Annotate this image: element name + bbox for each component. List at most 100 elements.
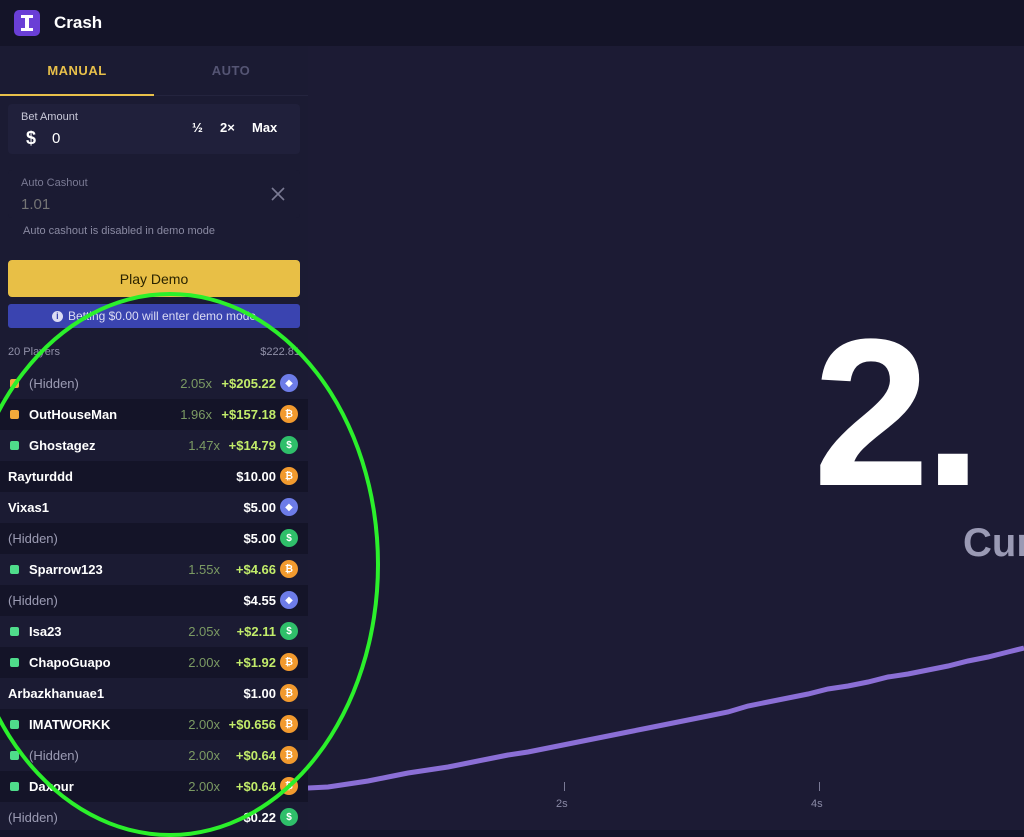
profit-amount: +$0.64 <box>235 779 276 794</box>
game-area: 2. Cur 2s 4s <box>308 46 1024 830</box>
cashout-multiplier: 1.47x <box>188 438 220 453</box>
player-name: IMATWORKK <box>29 717 111 732</box>
bet-amount: $10.00 <box>236 469 276 484</box>
player-row: Sparrow123 1.55x +$4.66 ₿ <box>0 554 308 585</box>
cashout-multiplier: 2.05x <box>188 624 220 639</box>
cash-icon: $ <box>280 622 298 640</box>
cashout-multiplier: 2.00x <box>188 748 220 763</box>
player-row: Rayturddd $10.00 ₿ <box>0 461 308 492</box>
status-icon <box>10 782 19 791</box>
player-name: Arbazkhanuae1 <box>8 686 105 701</box>
demo-info-text: Betting $0.00 will enter demo mode <box>67 309 257 323</box>
demo-info-banner: i Betting $0.00 will enter demo mode <box>8 304 300 328</box>
player-row: Ghostagez 1.47x +$14.79 $ <box>0 430 308 461</box>
bet-amount: $0.22 <box>243 810 276 825</box>
auto-cashout-input[interactable] <box>21 196 171 213</box>
ethereum-icon: ◆ <box>280 374 298 392</box>
players-list: (Hidden) 2.05x +$205.22 ◆ OutHouseMan 1.96x +$… <box>0 368 308 833</box>
status-icon <box>10 379 19 388</box>
play-demo-button[interactable]: Play Demo <box>8 260 300 297</box>
profit-amount: +$205.22 <box>221 376 276 391</box>
half-bet-button[interactable]: ½ <box>192 120 203 135</box>
bitcoin-icon: ₿ <box>280 746 298 764</box>
player-row: (Hidden) 2.05x +$205.22 ◆ <box>0 368 308 399</box>
cashout-multiplier: 2.05x <box>180 376 212 391</box>
bitcoin-icon: ₿ <box>280 684 298 702</box>
status-icon <box>10 720 19 729</box>
tick-mark-2s <box>564 782 565 791</box>
profit-amount: +$157.18 <box>221 407 276 422</box>
bet-amount-input[interactable] <box>52 130 152 147</box>
bet-panel: MANUAL AUTO Bet Amount $ ½ 2× Max Auto C… <box>0 46 308 830</box>
tower-icon <box>14 10 40 36</box>
auto-cashout-note: Auto cashout is disabled in demo mode <box>23 225 216 237</box>
bitcoin-icon: ₿ <box>280 653 298 671</box>
ethereum-icon: ◆ <box>280 498 298 516</box>
max-bet-button[interactable]: Max <box>252 120 277 135</box>
player-row: Vixas1 $5.00 ◆ <box>0 492 308 523</box>
bet-amount-field: Bet Amount $ ½ 2× Max <box>8 104 300 154</box>
player-name: (Hidden) <box>8 531 58 546</box>
bitcoin-icon: ₿ <box>280 560 298 578</box>
status-icon <box>10 410 19 419</box>
player-name: Daxour <box>29 779 74 794</box>
cashout-multiplier: 2.00x <box>188 717 220 732</box>
player-name: OutHouseMan <box>29 407 118 422</box>
multiplier-display: 2. <box>813 295 982 530</box>
player-row: OutHouseMan 1.96x +$157.18 ₿ <box>0 399 308 430</box>
bet-amount: $5.00 <box>243 531 276 546</box>
player-name: Isa23 <box>29 624 62 639</box>
ethereum-icon: ◆ <box>280 591 298 609</box>
close-icon[interactable] <box>270 186 286 202</box>
bet-amount: $5.00 <box>243 500 276 515</box>
profit-amount: +$2.11 <box>236 624 276 639</box>
profit-amount: +$14.79 <box>228 438 276 453</box>
player-name: (Hidden) <box>29 748 79 763</box>
top-bar: Crash <box>0 0 1024 46</box>
players-header: 20 Players $222.81 <box>8 346 300 360</box>
profit-amount: +$0.64 <box>235 748 276 763</box>
profit-amount: +$1.92 <box>235 655 276 670</box>
tick-label-2s: 2s <box>556 798 568 810</box>
player-name: Vixas1 <box>8 500 49 515</box>
tick-label-4s: 4s <box>811 798 823 810</box>
player-row: (Hidden) $4.55 ◆ <box>0 585 308 616</box>
auto-cashout-field: Auto Cashout <box>8 170 300 218</box>
player-row: IMATWORKK 2.00x +$0.656 ₿ <box>0 709 308 740</box>
player-name: (Hidden) <box>29 376 79 391</box>
bet-amount: $1.00 <box>243 686 276 701</box>
player-name: Sparrow123 <box>29 562 103 577</box>
player-name: Ghostagez <box>29 438 96 453</box>
profit-amount: +$0.656 <box>228 717 276 732</box>
bitcoin-icon: ₿ <box>280 715 298 733</box>
player-row: Isa23 2.05x +$2.11 $ <box>0 616 308 647</box>
bitcoin-icon: ₿ <box>280 405 298 423</box>
cash-icon: $ <box>280 808 298 826</box>
dollar-icon: $ <box>26 128 37 148</box>
status-icon <box>10 751 19 760</box>
status-icon <box>10 627 19 636</box>
cash-icon: $ <box>280 529 298 547</box>
player-row: (Hidden) $0.22 $ <box>0 802 308 833</box>
player-name: (Hidden) <box>8 810 58 825</box>
player-row: ChapoGuapo 2.00x +$1.92 ₿ <box>0 647 308 678</box>
tab-auto[interactable]: AUTO <box>154 46 308 95</box>
player-name: Rayturddd <box>8 469 73 484</box>
app-title: Crash <box>54 13 103 32</box>
status-icon <box>10 565 19 574</box>
tick-mark-4s <box>819 782 820 791</box>
status-icon <box>10 441 19 450</box>
bitcoin-icon: ₿ <box>280 467 298 485</box>
player-name: (Hidden) <box>8 593 58 608</box>
players-count: 20 Players <box>8 346 60 358</box>
double-bet-button[interactable]: 2× <box>220 120 235 135</box>
player-row: Daxour 2.00x +$0.64 ₿ <box>0 771 308 802</box>
bet-amount: $4.55 <box>243 593 276 608</box>
player-row: (Hidden) $5.00 $ <box>0 523 308 554</box>
bet-mode-tabs: MANUAL AUTO <box>0 46 308 96</box>
cash-icon: $ <box>280 436 298 454</box>
bet-amount-label: Bet Amount <box>21 111 78 123</box>
player-row: Arbazkhanuae1 $1.00 ₿ <box>0 678 308 709</box>
tab-manual[interactable]: MANUAL <box>0 46 154 96</box>
player-name: ChapoGuapo <box>29 655 111 670</box>
